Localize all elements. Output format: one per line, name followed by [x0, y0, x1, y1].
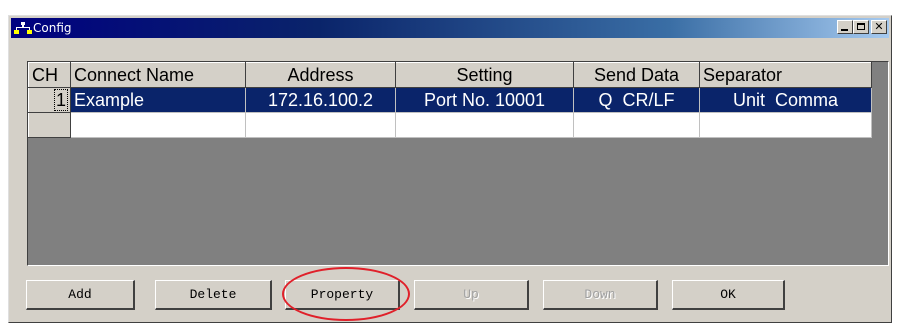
column-header-setting[interactable]: Setting — [395, 62, 574, 88]
cell-address[interactable] — [245, 112, 396, 138]
network-icon — [14, 22, 32, 34]
cell-setting[interactable]: Port No. 10001 — [395, 87, 574, 113]
cell-connect-name[interactable]: Example — [70, 87, 246, 113]
title-bar[interactable]: Config ✕ — [11, 18, 889, 38]
cell-send-data[interactable] — [573, 112, 700, 138]
channel-grid[interactable]: CH Connect Name Address Setting Send Dat… — [27, 61, 889, 266]
row-header[interactable] — [28, 112, 71, 138]
column-header-separator[interactable]: Separator — [699, 62, 872, 88]
config-window: Config ✕ CH Connect Name Address Setting… — [8, 15, 892, 323]
minimize-icon — [841, 29, 848, 31]
table-row[interactable] — [28, 112, 872, 138]
delete-button[interactable]: Delete — [155, 280, 272, 310]
cell-connect-name[interactable] — [70, 112, 246, 138]
cell-address[interactable]: 172.16.100.2 — [245, 87, 396, 113]
maximize-button[interactable] — [853, 20, 869, 34]
column-header-ch[interactable]: CH — [28, 62, 71, 88]
add-button[interactable]: Add — [26, 280, 135, 310]
ok-button[interactable]: OK — [672, 280, 785, 310]
up-button[interactable]: Up — [414, 280, 529, 310]
cell-setting[interactable] — [395, 112, 574, 138]
table-row[interactable]: 1 Example 172.16.100.2 Port No. 10001 Q … — [28, 87, 872, 113]
channel-number: 1 — [53, 88, 69, 111]
column-header-connect-name[interactable]: Connect Name — [70, 62, 246, 88]
cell-send-data[interactable]: Q CR/LF — [573, 87, 700, 113]
cell-separator[interactable] — [699, 112, 872, 138]
close-button[interactable]: ✕ — [871, 20, 887, 34]
property-button[interactable]: Property — [285, 280, 400, 310]
row-header[interactable]: 1 — [28, 87, 71, 113]
maximize-icon — [857, 23, 865, 30]
channel-table: CH Connect Name Address Setting Send Dat… — [28, 62, 872, 138]
column-header-address[interactable]: Address — [245, 62, 396, 88]
table-header-row: CH Connect Name Address Setting Send Dat… — [28, 62, 872, 88]
cell-separator[interactable]: Unit Comma — [699, 87, 872, 113]
window-title: Config — [33, 21, 72, 35]
minimize-button[interactable] — [837, 20, 853, 34]
close-icon: ✕ — [874, 20, 884, 33]
column-header-send-data[interactable]: Send Data — [573, 62, 700, 88]
down-button[interactable]: Down — [543, 280, 658, 310]
